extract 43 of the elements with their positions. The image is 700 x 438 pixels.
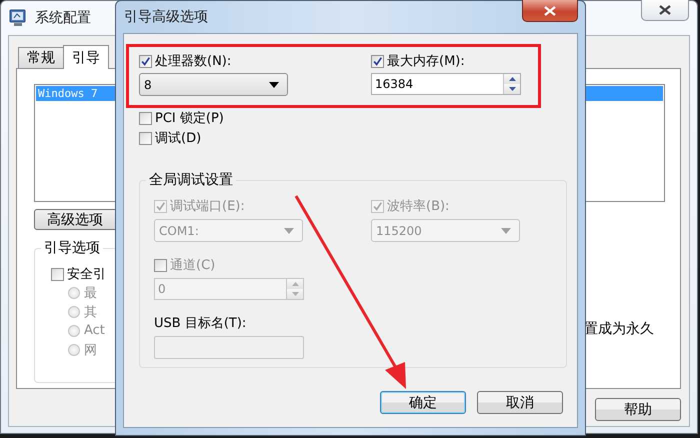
down-arrow-icon	[292, 292, 298, 296]
spin-down-button[interactable]	[504, 84, 520, 94]
dialog-button[interactable]: 确定	[380, 391, 466, 414]
close-icon	[659, 5, 671, 15]
dialog-button[interactable]: 取消	[477, 391, 563, 414]
checkbox-label: PCI 锁定(P)	[155, 110, 224, 127]
dialog-title: 引导高级选项	[124, 8, 208, 26]
help-button[interactable]: 帮助	[595, 398, 681, 421]
spin-up-button[interactable]	[504, 74, 520, 84]
group-title: 全局调试设置	[146, 171, 236, 189]
number-field[interactable]: 16384	[371, 73, 521, 95]
up-arrow-icon	[292, 282, 298, 286]
radio-label: 其	[84, 304, 97, 320]
up-arrow-icon	[508, 77, 516, 81]
checkbox[interactable]	[139, 112, 152, 124]
advanced-options-button[interactable]: 高级选项	[34, 209, 118, 230]
close-button[interactable]	[522, 0, 578, 22]
checkbox-label: 通道(C)	[170, 257, 216, 274]
checkbox[interactable]	[139, 54, 152, 68]
window-title: 系统配置	[35, 9, 91, 27]
caret-icon	[284, 228, 294, 234]
radio-label: 网	[84, 342, 97, 358]
radio-label: Act	[84, 323, 105, 338]
close-button[interactable]	[641, 0, 689, 21]
field-label: USB 目标名(T):	[154, 315, 248, 332]
checkbox-label: 调试(D)	[155, 130, 202, 147]
checkbox[interactable]	[139, 132, 152, 144]
tab[interactable]: 引导	[63, 45, 109, 69]
group-title: 引导选项	[41, 239, 103, 257]
checkbox[interactable]	[51, 268, 64, 280]
checkbox-label: 最大内存(M):	[387, 53, 465, 70]
tab[interactable]: 常规	[18, 47, 64, 68]
monitor-icon	[9, 9, 27, 27]
checkbox-label: 处理器数(N):	[155, 53, 232, 70]
caret-icon	[501, 228, 511, 234]
checkbox-label: 安全引	[67, 266, 106, 283]
close-icon	[544, 6, 556, 16]
checkbox-label: 调试端口(E):	[170, 198, 245, 215]
checkbox-label: 波特率(B):	[387, 198, 450, 215]
dropdown[interactable]: 8	[139, 73, 288, 96]
down-arrow-icon	[508, 87, 516, 91]
checkbox[interactable]	[371, 54, 384, 68]
radio-label: 最	[84, 284, 97, 302]
